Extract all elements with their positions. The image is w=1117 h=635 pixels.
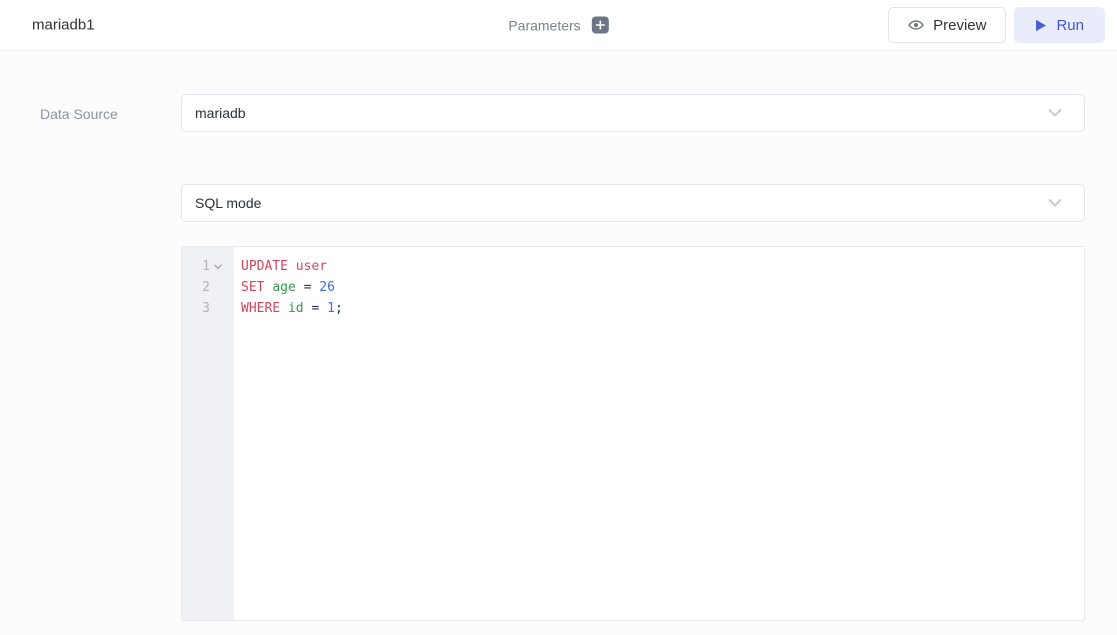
preview-button-label: Preview — [933, 17, 986, 34]
run-button[interactable]: Run — [1014, 7, 1105, 43]
code-editor[interactable]: 123 UPDATE userSET age = 26WHERE id = 1; — [181, 246, 1085, 621]
gutter-line: 2 — [182, 277, 234, 298]
header-actions: Preview Run — [888, 7, 1105, 43]
line-number: 3 — [194, 298, 210, 319]
chevron-down-icon — [1048, 199, 1062, 208]
token-keyword: UPDATE — [241, 259, 288, 274]
gutter-line: 1 — [182, 256, 234, 277]
token-plain — [288, 259, 296, 274]
header-bar: mariadb1 Parameters Preview Run — [0, 0, 1117, 51]
data-source-select[interactable]: mariadb — [181, 94, 1085, 132]
parameters-label: Parameters — [508, 17, 580, 33]
token-plain — [319, 301, 327, 316]
data-source-label: Data Source — [40, 106, 118, 122]
token-operator: ; — [335, 301, 343, 316]
fold-chevron-icon[interactable] — [214, 264, 222, 270]
plus-icon — [596, 21, 605, 30]
token-variable: age — [272, 280, 295, 295]
token-number: 1 — [327, 301, 335, 316]
token-number: 26 — [319, 280, 335, 295]
page-title: mariadb1 — [32, 17, 95, 34]
token-plain — [280, 301, 288, 316]
chevron-down-icon — [1048, 109, 1062, 118]
mode-value: SQL mode — [195, 195, 261, 211]
play-icon — [1035, 19, 1047, 32]
data-source-value: mariadb — [195, 105, 246, 121]
code-line[interactable]: WHERE id = 1; — [241, 298, 1084, 319]
code-line[interactable]: UPDATE user — [241, 256, 1084, 277]
code-line[interactable]: SET age = 26 — [241, 277, 1084, 298]
run-button-label: Run — [1056, 17, 1084, 34]
token-keyword: user — [296, 259, 327, 274]
editor-code[interactable]: UPDATE userSET age = 26WHERE id = 1; — [234, 247, 1084, 620]
gutter-line: 3 — [182, 298, 234, 319]
preview-button[interactable]: Preview — [888, 7, 1006, 43]
line-number: 1 — [194, 256, 210, 277]
editor-gutter: 123 — [182, 247, 234, 620]
eye-icon — [908, 18, 924, 32]
token-keyword: SET — [241, 280, 264, 295]
line-number: 2 — [194, 277, 210, 298]
parameters-section: Parameters — [508, 17, 608, 34]
token-variable: id — [288, 301, 304, 316]
token-keyword: WHERE — [241, 301, 280, 316]
mode-select[interactable]: SQL mode — [181, 184, 1085, 222]
token-plain — [296, 280, 304, 295]
add-parameter-button[interactable] — [592, 17, 609, 34]
